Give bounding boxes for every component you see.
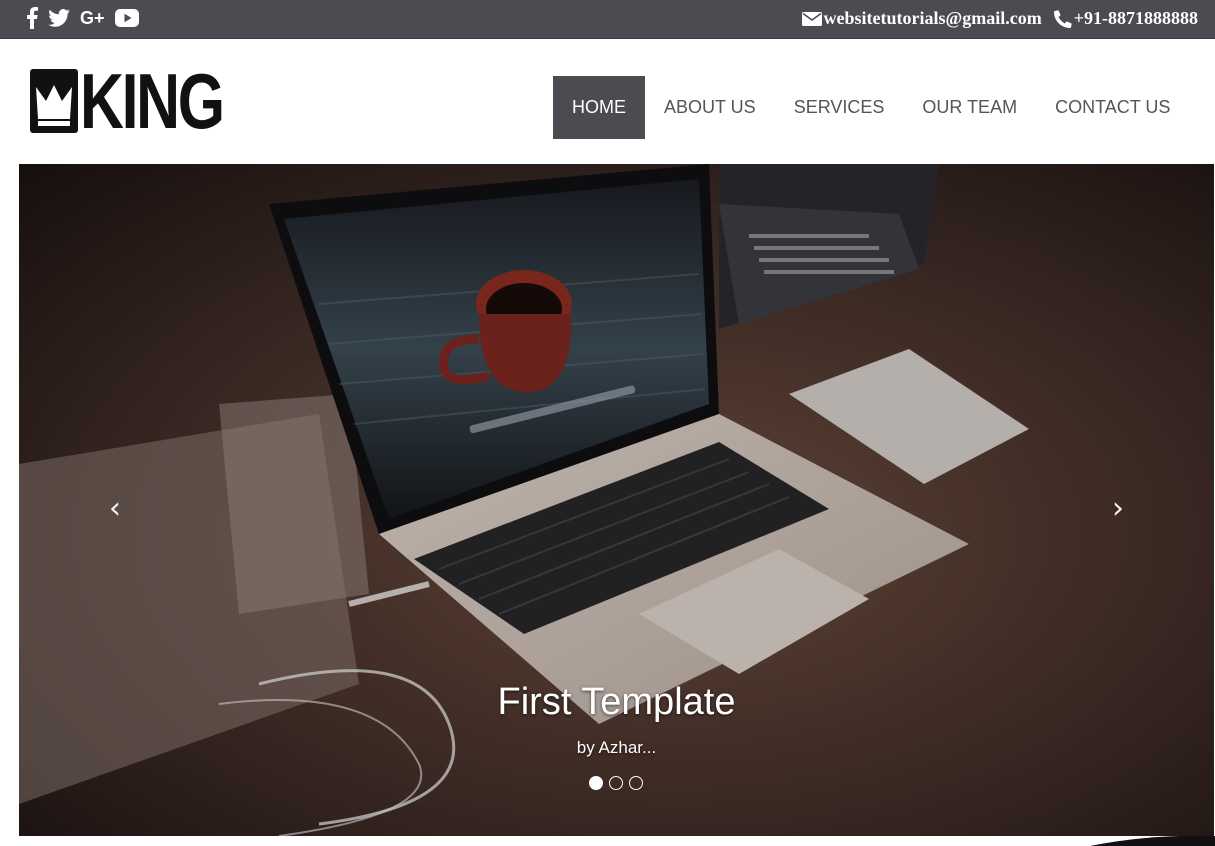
phone-contact[interactable]: +91-8871888888 (1053, 8, 1198, 29)
slide-indicator-3[interactable] (629, 776, 643, 790)
decorative-swoosh (1090, 835, 1215, 846)
hero-image (19, 164, 1214, 836)
phone-icon (1053, 9, 1072, 28)
main-nav: HOME ABOUT US SERVICES OUR TEAM CONTACT … (553, 76, 1189, 139)
social-links: G+ (26, 7, 139, 29)
site-logo[interactable]: KING (30, 57, 263, 145)
slider-next-arrow[interactable]: › (1098, 488, 1138, 528)
youtube-icon[interactable] (114, 9, 139, 27)
google-plus-icon[interactable]: G+ (80, 7, 105, 29)
logo-text: KING (80, 57, 225, 145)
crown-icon (30, 69, 78, 133)
site-header: KING HOME ABOUT US SERVICES OUR TEAM CON… (0, 39, 1215, 164)
contact-info: websitetutorials@gmail.com +91-887188888… (801, 8, 1198, 29)
slide-title: First Template (497, 681, 736, 723)
top-bar: G+ websitetutorials@gmail.com +91-887188… (0, 0, 1215, 39)
email-text: websitetutorials@gmail.com (823, 8, 1042, 28)
twitter-icon[interactable] (48, 9, 70, 27)
slide-subtitle: by Azhar... (576, 738, 657, 757)
nav-contact-us[interactable]: CONTACT US (1036, 76, 1189, 139)
nav-services[interactable]: SERVICES (775, 76, 904, 139)
envelope-icon (801, 11, 822, 26)
slide-indicator-1[interactable] (589, 776, 603, 790)
slide-indicator-2[interactable] (609, 776, 623, 790)
phone-text: +91-8871888888 (1073, 8, 1198, 28)
slider-prev-arrow[interactable]: ‹ (95, 488, 135, 528)
nav-home[interactable]: HOME (553, 76, 645, 139)
slider-indicators (589, 776, 643, 790)
nav-about-us[interactable]: ABOUT US (645, 76, 775, 139)
hero-slider: ‹ › First Template by Azhar... (19, 164, 1214, 836)
nav-our-team[interactable]: OUR TEAM (903, 76, 1036, 139)
facebook-icon[interactable] (26, 7, 38, 29)
email-contact[interactable]: websitetutorials@gmail.com (801, 8, 1042, 29)
